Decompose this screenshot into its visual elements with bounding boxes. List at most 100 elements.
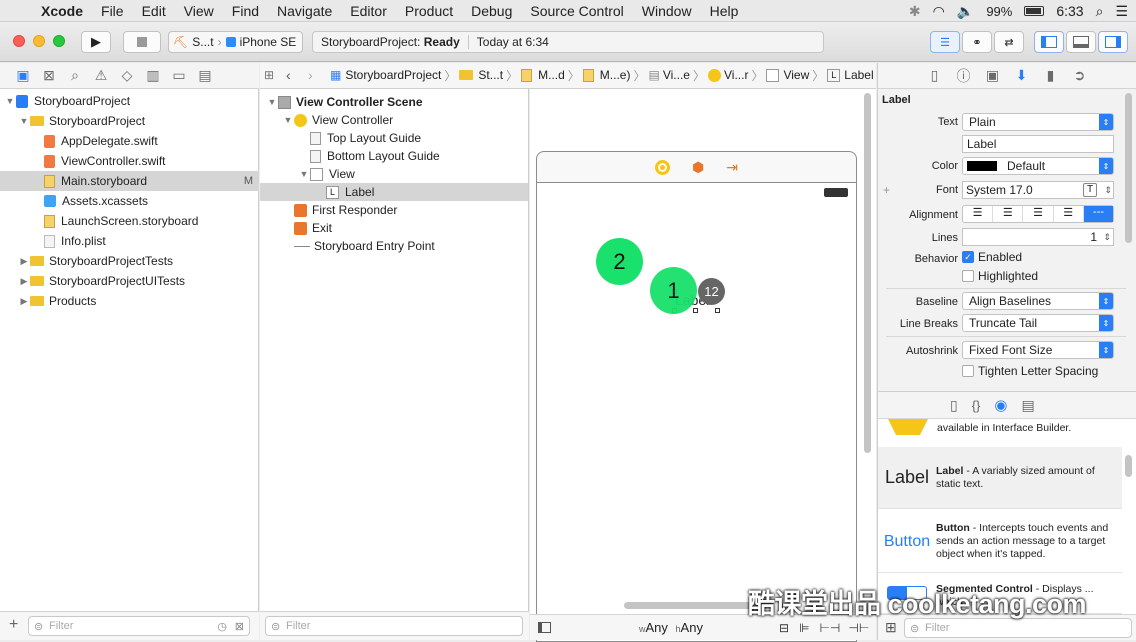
disclosure-closed-icon[interactable]: ▶ bbox=[18, 256, 30, 267]
library-scrollbar[interactable] bbox=[1125, 455, 1132, 477]
align-justified-icon[interactable]: ☰ bbox=[1054, 206, 1084, 222]
object-library-icon[interactable]: ◉ bbox=[994, 396, 1007, 414]
debug-navigator-tab-icon[interactable]: ▥ bbox=[140, 67, 166, 84]
menu-product[interactable]: Product bbox=[396, 3, 462, 19]
text-content-field[interactable]: Label bbox=[962, 135, 1114, 153]
test-navigator-tab-icon[interactable]: ◇ bbox=[114, 67, 140, 84]
outline-item[interactable]: Bottom Layout Guide bbox=[260, 147, 528, 165]
stack-view-icon[interactable]: ⊟ bbox=[779, 621, 789, 635]
disclosure-open-icon[interactable]: ▼ bbox=[282, 115, 294, 125]
view-controller-dock-icon[interactable] bbox=[655, 160, 671, 175]
navigator-item[interactable]: Info.plist bbox=[0, 231, 259, 251]
back-arrow-icon[interactable]: ‹ bbox=[286, 67, 308, 83]
standard-editor-button[interactable]: ☰ bbox=[930, 31, 960, 53]
navigator-item[interactable]: Main.storyboard M bbox=[0, 171, 259, 191]
identity-inspector-icon[interactable]: ▣ bbox=[978, 67, 1007, 84]
bluetooth-icon[interactable]: ✱ bbox=[909, 3, 921, 20]
color-popup[interactable]: Default ⇕ bbox=[962, 157, 1114, 175]
navigator-item[interactable]: ▶ StoryboardProjectTests bbox=[0, 251, 259, 271]
disclosure-open-icon[interactable]: ▼ bbox=[18, 116, 30, 126]
find-navigator-tab-icon[interactable]: ⌕ bbox=[62, 67, 88, 84]
menu-app-xcode[interactable]: Xcode bbox=[32, 3, 92, 19]
inspector-scrollbar[interactable] bbox=[1125, 93, 1132, 243]
menu-find[interactable]: Find bbox=[223, 3, 268, 19]
font-picker-icon[interactable]: T bbox=[1083, 183, 1097, 197]
toggle-utilities-button[interactable] bbox=[1098, 31, 1128, 53]
resolve-issues-icon[interactable]: ⊣⊢ bbox=[848, 621, 869, 635]
jump-label[interactable]: Label bbox=[844, 68, 873, 82]
attributes-inspector-icon[interactable]: ⬇ bbox=[1007, 67, 1036, 84]
battery-percent[interactable]: 99% bbox=[986, 4, 1012, 19]
outline-item[interactable]: Storyboard Entry Point bbox=[260, 237, 528, 255]
media-library-icon[interactable]: ▤ bbox=[1022, 397, 1035, 414]
navigator-item[interactable]: ▶ StoryboardProjectUITests bbox=[0, 271, 259, 291]
menu-file[interactable]: File bbox=[92, 3, 133, 19]
notification-center-icon[interactable]: ☰ bbox=[1115, 3, 1128, 20]
navigator-item[interactable]: AppDelegate.swift bbox=[0, 131, 259, 151]
align-center-icon[interactable]: ☰ bbox=[993, 206, 1024, 222]
text-type-popup[interactable]: Plain ⇕ bbox=[962, 113, 1114, 131]
close-window-button[interactable] bbox=[13, 35, 25, 47]
menu-edit[interactable]: Edit bbox=[133, 3, 175, 19]
forward-arrow-icon[interactable]: › bbox=[308, 67, 330, 83]
menu-source-control[interactable]: Source Control bbox=[521, 3, 632, 19]
storyboard-canvas[interactable]: ⬢ ⇥ Label 2 1 12 bbox=[530, 89, 876, 642]
jump-storyboard-base[interactable]: M...e) bbox=[600, 68, 631, 82]
outline-item[interactable]: ▼ View Controller Scene bbox=[260, 93, 528, 111]
tighten-checkbox[interactable] bbox=[962, 365, 974, 377]
zoom-window-button[interactable] bbox=[53, 35, 65, 47]
canvas-vertical-scrollbar[interactable] bbox=[864, 93, 871, 453]
linebreaks-popup[interactable]: Truncate Tail ⇕ bbox=[962, 314, 1114, 332]
outline-item[interactable]: ▼ View Controller bbox=[260, 111, 528, 129]
quick-help-icon[interactable]: ⓘ bbox=[949, 66, 978, 86]
outline-item[interactable]: Top Layout Guide bbox=[260, 129, 528, 147]
library-filter-input[interactable]: ⊜ Filter bbox=[904, 618, 1132, 638]
disclosure-open-icon[interactable]: ▼ bbox=[298, 169, 310, 179]
resize-handle[interactable] bbox=[693, 308, 698, 313]
baseline-popup[interactable]: Align Baselines ⇕ bbox=[962, 292, 1114, 310]
outline-item[interactable]: First Responder bbox=[260, 201, 528, 219]
highlighted-checkbox[interactable] bbox=[962, 270, 974, 282]
report-navigator-tab-icon[interactable]: ▤ bbox=[192, 67, 218, 84]
font-stepper[interactable]: ⇕ bbox=[1104, 182, 1112, 198]
battery-icon[interactable] bbox=[1024, 6, 1045, 16]
disclosure-closed-icon[interactable]: ▶ bbox=[18, 276, 30, 287]
connections-inspector-icon[interactable]: ➲ bbox=[1065, 67, 1094, 84]
align-right-icon[interactable]: ☰ bbox=[1023, 206, 1054, 222]
pin-icon[interactable]: ⊢⊣ bbox=[819, 621, 840, 635]
menu-view[interactable]: View bbox=[175, 3, 223, 19]
navigator-item[interactable]: ViewController.swift bbox=[0, 151, 259, 171]
lines-stepper[interactable]: ⇕ bbox=[1103, 229, 1111, 245]
menu-debug[interactable]: Debug bbox=[462, 3, 521, 19]
version-editor-button[interactable]: ⇄ bbox=[994, 31, 1024, 53]
outline-item[interactable]: L Label bbox=[260, 183, 528, 201]
show-outline-icon[interactable] bbox=[538, 622, 551, 633]
outline-item[interactable]: Exit bbox=[260, 219, 528, 237]
menu-navigate[interactable]: Navigate bbox=[268, 3, 341, 19]
wifi-icon[interactable]: ◠ bbox=[933, 3, 945, 20]
resize-handle[interactable] bbox=[715, 308, 720, 313]
jump-storyboard[interactable]: M...d bbox=[538, 68, 565, 82]
minimize-window-button[interactable] bbox=[33, 35, 45, 47]
project-navigator-tab-icon[interactable]: ▣ bbox=[10, 67, 36, 84]
disclosure-closed-icon[interactable]: ▶ bbox=[18, 296, 30, 307]
related-items-icon[interactable]: ⊞ bbox=[264, 68, 286, 82]
code-snippet-library-icon[interactable]: {} bbox=[972, 398, 981, 413]
navigator-item[interactable]: Assets.xcassets bbox=[0, 191, 259, 211]
menu-window[interactable]: Window bbox=[633, 3, 701, 19]
navigator-item[interactable]: LaunchScreen.storyboard bbox=[0, 211, 259, 231]
jump-project[interactable]: StoryboardProject bbox=[345, 68, 441, 82]
autoshrink-popup[interactable]: Fixed Font Size ⇕ bbox=[962, 341, 1114, 359]
recent-files-icon[interactable]: ◷ bbox=[217, 620, 227, 633]
toggle-debug-area-button[interactable] bbox=[1066, 31, 1096, 53]
grid-view-icon[interactable]: ⊞ bbox=[885, 619, 897, 636]
first-responder-dock-icon[interactable]: ⬢ bbox=[692, 159, 704, 176]
spotlight-search-icon[interactable]: ⌕ bbox=[1096, 3, 1104, 20]
jump-scene[interactable]: Vi...e bbox=[663, 68, 690, 82]
file-inspector-icon[interactable]: ▯ bbox=[920, 67, 949, 84]
font-field[interactable]: System 17.0 T ⇕ bbox=[962, 181, 1114, 199]
disclosure-open-icon[interactable]: ▼ bbox=[4, 96, 16, 106]
stop-button[interactable] bbox=[123, 31, 161, 53]
menu-help[interactable]: Help bbox=[701, 3, 748, 19]
exit-dock-icon[interactable]: ⇥ bbox=[726, 159, 738, 176]
